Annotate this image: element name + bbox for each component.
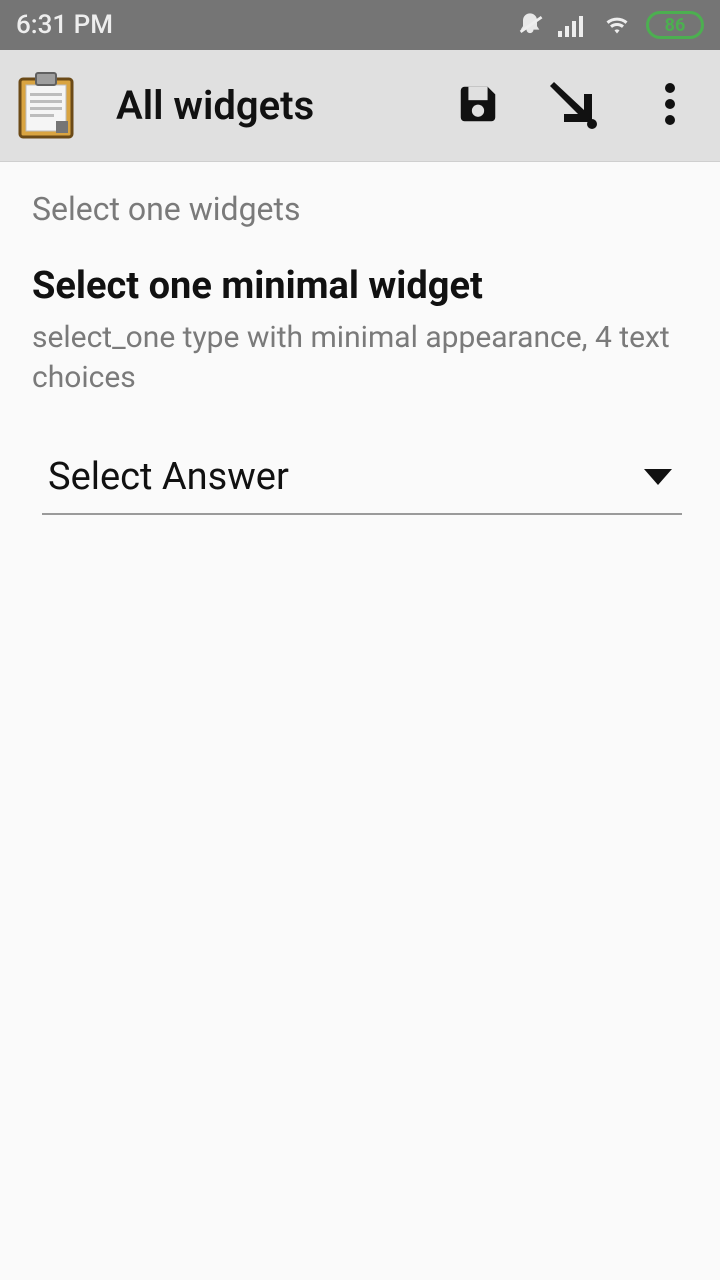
- answer-select-value: Select Answer: [48, 455, 289, 499]
- answer-select[interactable]: Select Answer: [42, 455, 682, 515]
- mute-icon: [516, 11, 544, 39]
- wifi-icon: [602, 13, 632, 37]
- clipboard-icon: [16, 71, 76, 141]
- app-bar: All widgets: [0, 50, 720, 162]
- arrow-down-right-icon: [548, 78, 600, 134]
- content: Select one widgets Select one minimal wi…: [0, 162, 720, 543]
- chevron-down-icon: [644, 469, 672, 485]
- signal-icon: [558, 13, 588, 37]
- status-bar: 6:31 PM 86: [0, 0, 720, 50]
- save-button[interactable]: [452, 80, 504, 132]
- app-bar-actions: [452, 80, 704, 132]
- status-right: 86: [516, 11, 704, 39]
- battery-indicator: 86: [646, 11, 704, 39]
- app-title: All widgets: [116, 82, 452, 129]
- more-vert-icon: [664, 82, 676, 130]
- question-hint: select_one type with minimal appearance,…: [32, 318, 672, 399]
- save-icon: [455, 81, 501, 131]
- status-time: 6:31 PM: [16, 10, 113, 40]
- question-title: Select one minimal widget: [32, 264, 688, 310]
- section-label: Select one widgets: [32, 190, 688, 228]
- more-button[interactable]: [644, 80, 696, 132]
- battery-percent: 86: [665, 15, 686, 36]
- goto-button[interactable]: [548, 80, 600, 132]
